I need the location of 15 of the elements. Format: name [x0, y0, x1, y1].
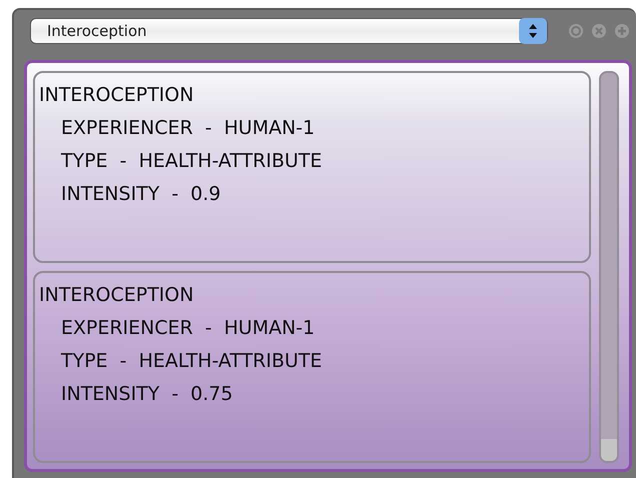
card-title: INTEROCEPTION [39, 83, 195, 107]
stepper-icon[interactable] [519, 18, 547, 44]
attribute-line: INTENSITY - 0.75 [60, 382, 234, 406]
scrollbar[interactable] [599, 71, 619, 463]
attribute-line: INTENSITY - 0.9 [60, 182, 222, 206]
close-icon[interactable] [591, 23, 607, 39]
attribute-line: TYPE - HEALTH-ATTRIBUTE [60, 349, 324, 373]
attribute-line: EXPERIENCER - HUMAN-1 [60, 316, 316, 340]
concept-dropdown[interactable]: Interoception [30, 18, 548, 44]
attribute-line: EXPERIENCER - HUMAN-1 [60, 116, 316, 140]
attribute-line: TYPE - HEALTH-ATTRIBUTE [60, 149, 324, 173]
card-title: INTEROCEPTION [39, 283, 195, 307]
scroll-thumb[interactable] [601, 439, 617, 461]
gear-icon[interactable] [568, 23, 584, 39]
plus-icon[interactable] [614, 23, 630, 39]
